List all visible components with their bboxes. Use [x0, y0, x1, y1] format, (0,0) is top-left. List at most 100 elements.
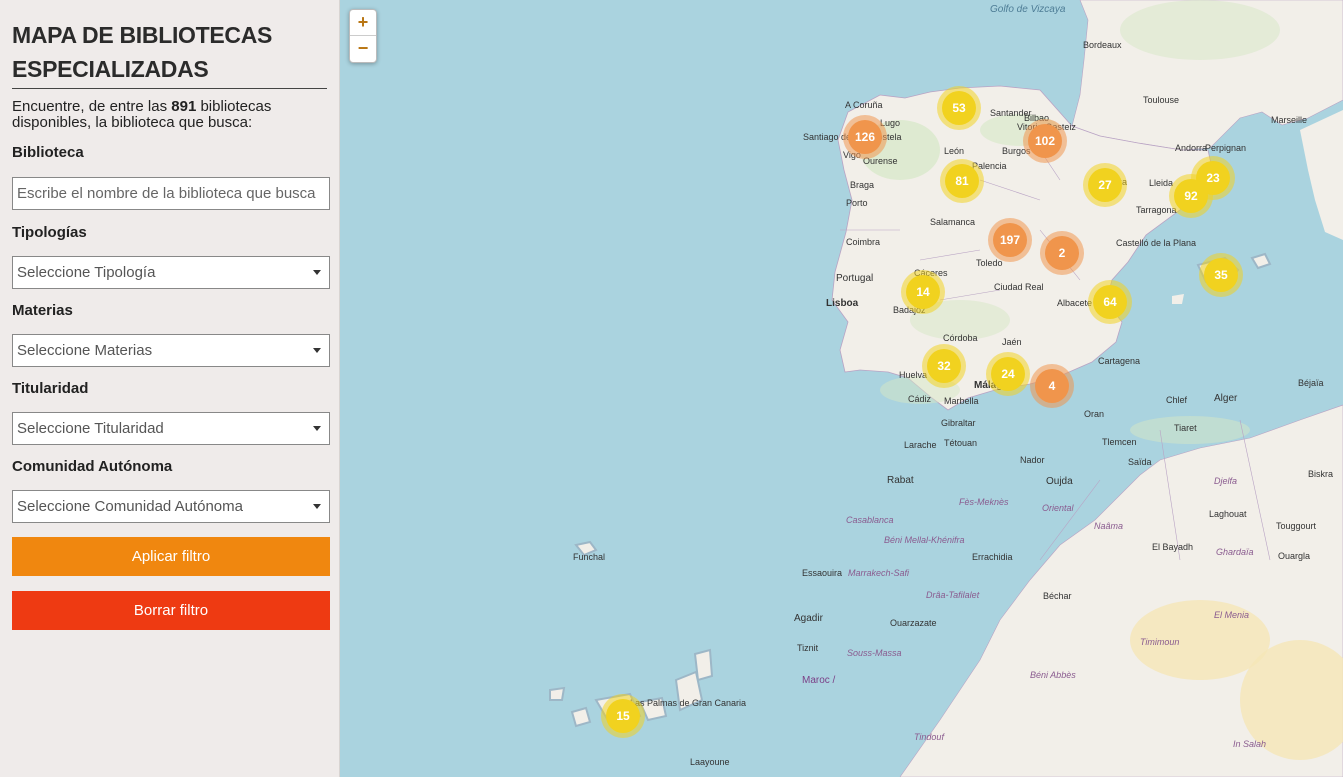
zoom-control: + −: [349, 9, 377, 63]
place-label: Burgos: [1002, 146, 1031, 156]
cluster-marker-canarias[interactable]: 15: [606, 699, 640, 733]
place-label: Tiaret: [1174, 423, 1197, 433]
place-label: Huelva: [899, 370, 928, 380]
place-label: Biskra: [1308, 469, 1334, 479]
cluster-marker-extremadura[interactable]: 14: [906, 275, 940, 309]
place-label: El Menia: [1214, 610, 1250, 620]
titularidad-select[interactable]: Seleccione Titularidad: [12, 412, 330, 445]
place-label: Laghouat: [1209, 509, 1247, 519]
place-label: Béni Mellal-Khénifra: [884, 535, 965, 545]
caret-down-icon: [313, 348, 321, 353]
cluster-marker-almeria[interactable]: 4: [1035, 369, 1069, 403]
cluster-marker-pais-vasco[interactable]: 102: [1028, 124, 1062, 158]
place-label: Touggourt: [1276, 521, 1317, 531]
place-label: Alger: [1214, 393, 1238, 404]
place-label: Perpignan: [1205, 143, 1247, 153]
place-label: Errachidia: [972, 552, 1013, 562]
place-label: Laayoune: [690, 757, 730, 767]
place-label: Casablanca: [846, 515, 894, 525]
place-label: Timimoun: [1140, 637, 1180, 647]
place-label: Marseille: [1271, 115, 1308, 125]
place-label: Larache: [904, 440, 937, 450]
place-label: Marrakech-Safi: [848, 568, 910, 578]
page-title: MAPA DE BIBLIOTECAS ESPECIALIZADAS: [12, 18, 327, 89]
place-label: Ourense: [863, 156, 898, 166]
apply-filter-button[interactable]: Aplicar filtro: [12, 537, 330, 576]
comunidad-select[interactable]: Seleccione Comunidad Autónoma: [12, 490, 330, 523]
place-label: Drâa-Tafilalet: [926, 590, 980, 600]
place-label: Bordeaux: [1083, 40, 1122, 50]
materias-select[interactable]: Seleccione Materias: [12, 334, 330, 367]
cluster-marker-castilla-la-mancha[interactable]: 2: [1045, 236, 1079, 270]
place-label: Tétouan: [944, 438, 978, 448]
caret-down-icon: [313, 270, 321, 275]
cluster-marker-galicia[interactable]: 126: [848, 120, 882, 154]
basemap: [549, 0, 1343, 777]
place-label: Tarragona: [1136, 205, 1177, 215]
place-label: Tindouf: [914, 732, 944, 742]
place-label: Ouargla: [1278, 551, 1311, 561]
place-label: Cádiz: [908, 394, 932, 404]
comunidad-label: Comunidad Autónoma: [12, 458, 173, 475]
clear-filter-button[interactable]: Borrar filtro: [12, 591, 330, 630]
place-label: Souss-Massa: [847, 648, 902, 658]
cluster-marker-castilla-leon[interactable]: 81: [945, 164, 979, 198]
place-label: Toulouse: [1143, 95, 1180, 105]
biblioteca-search-input[interactable]: [12, 177, 330, 210]
place-label: Cartagena: [1098, 356, 1141, 366]
tipologias-select[interactable]: Seleccione Tipología: [12, 256, 330, 289]
place-label: Coimbra: [846, 237, 881, 247]
titularidad-label: Titularidad: [12, 380, 89, 397]
place-label: Nador: [1020, 455, 1045, 465]
sea-label: Golfo de Vizcaya: [990, 4, 1066, 15]
place-label: Oujda: [1046, 476, 1073, 487]
place-label: Chlef: [1166, 395, 1188, 405]
place-label: Oriental: [1042, 503, 1074, 513]
place-label: Essaouira: [802, 568, 843, 578]
place-label: Djelfa: [1214, 476, 1238, 486]
cluster-marker-baleares[interactable]: 35: [1204, 258, 1238, 292]
library-map[interactable]: Golfo de Vizcaya Bordeaux Toulouse Marse…: [340, 0, 1343, 777]
cluster-marker-aragon[interactable]: 27: [1088, 168, 1122, 202]
cluster-marker-madrid[interactable]: 197: [993, 223, 1027, 257]
intro-text: Encuentre, de entre las 891 bibliotecas …: [12, 98, 272, 131]
biblioteca-label: Biblioteca: [12, 144, 84, 161]
place-label: Rabat: [887, 475, 914, 486]
place-label: Palencia: [972, 161, 1007, 171]
cluster-marker-asturias[interactable]: 53: [942, 91, 976, 125]
place-label: Andorra: [1175, 143, 1208, 153]
cluster-marker-barcelona[interactable]: 92: [1174, 179, 1208, 213]
library-count: 891: [171, 98, 197, 115]
place-label: Agadir: [794, 613, 823, 624]
place-label: Marbella: [944, 396, 979, 406]
zoom-out-button[interactable]: −: [350, 36, 376, 61]
place-label: Tiznit: [797, 643, 819, 653]
materias-label: Materias: [12, 302, 73, 319]
zoom-in-button[interactable]: +: [350, 10, 376, 36]
place-label: Funchal: [573, 552, 606, 562]
tipologias-label: Tipologías: [12, 224, 87, 241]
cluster-marker-sevilla[interactable]: 32: [927, 349, 961, 383]
place-label: Fès-Meknès: [959, 497, 1009, 507]
place-label: Lisboa: [826, 298, 859, 309]
place-label: Saïda: [1128, 457, 1152, 467]
filter-sidebar: MAPA DE BIBLIOTECAS ESPECIALIZADAS Encue…: [0, 0, 340, 777]
place-label: Jaén: [1002, 337, 1022, 347]
place-label: Ciudad Real: [994, 282, 1044, 292]
place-label: In Salah: [1233, 739, 1267, 749]
place-label: Tlemcen: [1102, 437, 1137, 447]
place-label: Béjaïa: [1298, 378, 1324, 388]
place-label: Toledo: [976, 258, 1003, 268]
place-label: Porto: [846, 198, 868, 208]
cluster-marker-granada[interactable]: 24: [991, 357, 1025, 391]
place-label: Braga: [850, 180, 875, 190]
place-label: Maroc /: [802, 675, 836, 686]
caret-down-icon: [313, 426, 321, 431]
place-label: León: [944, 146, 965, 156]
place-label: Las Palmas de Gran Canaria: [630, 698, 747, 708]
place-label: Ouarzazate: [890, 618, 937, 628]
place-label: Naâma: [1094, 521, 1124, 531]
place-label: Castelló de la Plana: [1116, 238, 1197, 248]
place-label: Albacete: [1057, 298, 1093, 308]
cluster-marker-valencia[interactable]: 64: [1093, 285, 1127, 319]
